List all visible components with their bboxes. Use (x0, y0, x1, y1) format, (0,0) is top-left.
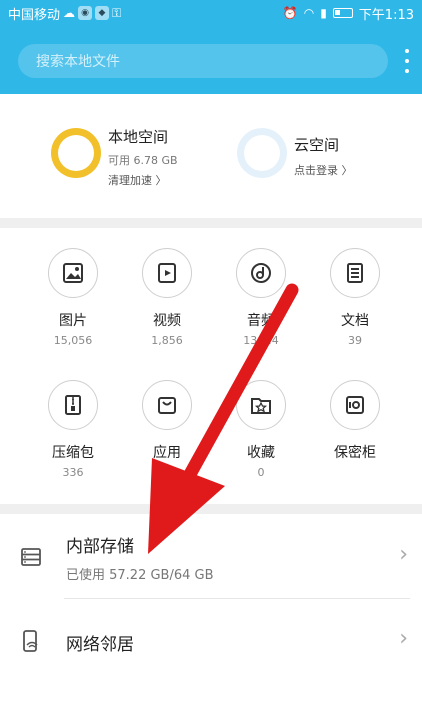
video-icon (142, 248, 192, 298)
star-folder-icon (236, 380, 286, 430)
category-count: 13,…4 (243, 334, 279, 347)
carrier-label: 中国移动 (8, 7, 61, 23)
category-favorites[interactable]: 收藏 0 (216, 380, 306, 479)
category-count: 1,856 (151, 334, 183, 347)
network-device-icon (18, 628, 44, 654)
category-label: 文档 (341, 313, 369, 329)
status-bar: 中国移动 ☁ ◉ ◆ ⚿ ⏰ ◠ ▮ 下午1:13 (0, 0, 422, 26)
section-divider (0, 218, 422, 228)
category-audio[interactable]: 音频 13,…4 (216, 248, 306, 347)
safe-icon (330, 380, 380, 430)
category-archives[interactable]: 压缩包 336 (28, 380, 118, 479)
search-placeholder: 搜索本地文件 (36, 54, 120, 70)
cleanup-link[interactable]: 清理加速 〉 (108, 172, 167, 188)
chevron-right-icon: › (399, 542, 408, 567)
category-count: 0 (257, 466, 265, 479)
category-label: 收藏 (247, 445, 275, 461)
zip-icon (48, 380, 98, 430)
category-label: 音频 (247, 313, 275, 329)
category-images[interactable]: 图片 15,056 (28, 248, 118, 347)
internal-storage-row[interactable]: 内部存储 已使用 57.22 GB/64 GB › (0, 522, 422, 592)
category-documents[interactable]: 文档 39 (310, 248, 400, 347)
category-label: 视频 (153, 313, 181, 329)
key-icon: ⚿ (112, 5, 122, 20)
image-icon (48, 248, 98, 298)
local-storage-title: 本地空间 (108, 128, 169, 146)
category-count: 336 (62, 466, 84, 479)
cloud-login-link[interactable]: 点击登录 〉 (294, 162, 353, 178)
chevron-right-icon: › (399, 626, 408, 651)
alarm-icon: ⏰ (282, 6, 298, 20)
category-videos[interactable]: 视频 1,856 (122, 248, 212, 347)
category-apps[interactable]: 应用 (122, 380, 212, 466)
local-storage-ring-icon (51, 128, 101, 178)
network-neighborhood-row[interactable]: 网络邻居 › (0, 606, 422, 676)
category-label: 图片 (59, 313, 87, 329)
app-icon: ◉ (78, 6, 93, 20)
category-label: 压缩包 (52, 445, 94, 461)
category-grid: 图片 15,056 视频 1,856 音频 13,…4 文档 39 压缩包 33… (0, 228, 422, 504)
cloud-storage-title: 云空间 (294, 136, 340, 154)
storage-icon (18, 544, 44, 570)
cloud-storage-ring-icon (237, 128, 287, 178)
app-icon: ◆ (95, 6, 110, 20)
category-safe[interactable]: 保密柜 (310, 380, 400, 466)
local-storage-available: 可用 6.78 GB (108, 154, 178, 167)
music-icon (236, 248, 286, 298)
internal-storage-usage: 已使用 57.22 GB/64 GB (66, 568, 214, 583)
row-divider (64, 598, 410, 599)
category-count: 15,056 (53, 334, 93, 347)
category-label: 应用 (153, 445, 181, 461)
internal-storage-title: 内部存储 (66, 537, 134, 557)
app-bag-icon (142, 380, 192, 430)
section-divider (0, 504, 422, 514)
battery-icon (332, 8, 353, 18)
cloud-icon: ☁ (63, 6, 76, 20)
clock: 下午1:13 (358, 7, 414, 23)
top-bar: 中国移动 ☁ ◉ ◆ ⚿ ⏰ ◠ ▮ 下午1:13 搜索本地文件 (0, 0, 422, 94)
signal-icon: ▮ (320, 6, 327, 20)
more-options-icon[interactable] (400, 46, 414, 76)
category-label: 保密柜 (334, 445, 376, 461)
search-input[interactable]: 搜索本地文件 (18, 44, 388, 78)
network-neighborhood-title: 网络邻居 (66, 635, 134, 655)
category-count: 39 (348, 334, 362, 347)
storage-summary: 本地空间 可用 6.78 GB 清理加速 〉 云空间 点击登录 〉 (0, 94, 422, 218)
document-icon (330, 248, 380, 298)
wifi-icon: ◠ (303, 6, 315, 20)
